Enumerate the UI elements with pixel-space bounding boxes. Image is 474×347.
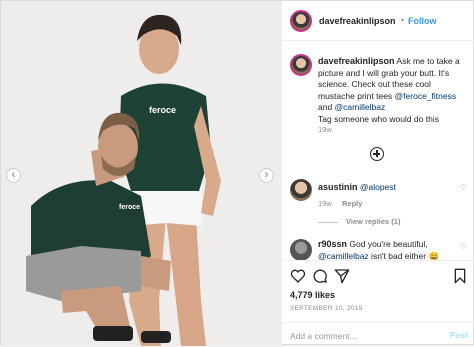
comment-2-username[interactable]: r90ssn: [318, 239, 347, 249]
post-side-panel: davefreakinlipson • Follow davefreakinli…: [281, 1, 474, 346]
carousel-prev-button[interactable]: ‹: [6, 168, 21, 183]
add-comment-input[interactable]: [288, 328, 432, 344]
caption-body-3: Tag someone who would do this: [318, 113, 439, 124]
comment-1-username[interactable]: asustinin: [318, 182, 358, 192]
view-replies-button[interactable]: View replies (1): [318, 217, 400, 226]
comment-2-heart-icon[interactable]: ♡: [460, 242, 467, 251]
comment-1: asustinin @alopest: [318, 182, 396, 194]
post-actions: 4,779 likes SEPTEMBER 10, 2019 Post: [282, 260, 474, 346]
caption-text: davefreakinlipson Ask me to take a pictu…: [318, 56, 468, 125]
caption-username[interactable]: davefreakinlipson: [318, 56, 395, 66]
post-comment-button[interactable]: Post: [450, 330, 468, 340]
comment-2-body-2: isn't bad either: [368, 250, 429, 261]
instagram-post: feroce feroce ‹ › davefreakinlipson • Fo…: [0, 0, 474, 346]
mention-camillelbaz[interactable]: @camillelbaz: [335, 102, 386, 112]
replies-divider: [318, 221, 338, 223]
header-username[interactable]: davefreakinlipson: [319, 16, 396, 26]
comment-2: r90ssn God you're beautiful, @camillelba…: [318, 239, 466, 262]
comment-2-body-1: God you're beautiful,: [347, 239, 428, 249]
shirt-logo-man: feroce: [119, 204, 140, 211]
comment-1-timestamp: 19w: [318, 199, 332, 208]
caption-timestamp: 19w: [318, 125, 332, 134]
add-comment-bar: Post: [282, 322, 474, 347]
post-header: davefreakinlipson • Follow: [282, 1, 474, 41]
photo-illustration: feroce feroce: [1, 1, 281, 346]
carousel-next-button[interactable]: ›: [259, 168, 274, 183]
post-photo[interactable]: feroce feroce ‹ ›: [1, 1, 281, 346]
comment-2-emoji: 😄: [428, 250, 440, 261]
comment-avatar[interactable]: [290, 179, 312, 201]
share-paper-plane-icon[interactable]: [334, 268, 350, 284]
caption-body-2: and: [318, 102, 335, 112]
comment-2-mention[interactable]: @camillelbaz: [318, 251, 369, 261]
comment-1-heart-icon[interactable]: ♡: [460, 183, 467, 192]
header-separator: •: [401, 15, 405, 25]
post-date: SEPTEMBER 10, 2019: [290, 305, 363, 312]
bookmark-icon[interactable]: [452, 268, 468, 284]
mention-feroce[interactable]: @feroce_fitness: [395, 91, 457, 101]
follow-button[interactable]: Follow: [408, 16, 437, 26]
comment-bubble-icon[interactable]: [312, 268, 328, 284]
comment-avatar[interactable]: [290, 239, 312, 261]
author-avatar[interactable]: [290, 10, 312, 32]
load-more-comments-button[interactable]: [370, 147, 384, 161]
view-replies-label: View replies (1): [346, 217, 401, 226]
comment-1-mention[interactable]: @alopest: [360, 182, 396, 192]
shirt-logo-woman: feroce: [149, 105, 176, 115]
like-count[interactable]: 4,779 likes: [290, 290, 335, 300]
like-heart-icon[interactable]: [290, 268, 306, 284]
caption-avatar[interactable]: [290, 54, 312, 76]
comment-1-reply-button[interactable]: Reply: [342, 199, 362, 208]
